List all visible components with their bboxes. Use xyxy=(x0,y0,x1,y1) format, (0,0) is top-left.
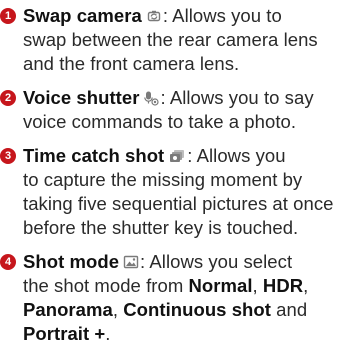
item-title: Time catch shot xyxy=(23,145,165,166)
number-badge: 2 xyxy=(0,90,16,106)
item-text-line: taking five sequential pictures at once xyxy=(23,193,334,214)
camera-options-list: 1 Swap camera : Allows you to swap betwee… xyxy=(0,0,343,360)
item-text-line: swap between the rear camera lens xyxy=(23,29,318,50)
item-text-line: : Allows you xyxy=(187,145,286,166)
number-badge: 3 xyxy=(0,148,16,164)
separator: and xyxy=(270,299,308,320)
number-badge: 4 xyxy=(0,254,16,270)
shot-mode-icon xyxy=(123,254,139,270)
time-catch-shot-icon xyxy=(168,148,186,164)
option-normal: Normal xyxy=(188,275,253,296)
item-title: Swap camera xyxy=(23,5,142,26)
number-badge: 1 xyxy=(0,8,16,24)
option-continuous-shot: Continuous shot xyxy=(123,299,271,320)
item-text-line: before the shutter key is touched. xyxy=(23,217,299,238)
item-text-line: : Allows you select xyxy=(140,251,293,272)
separator: . xyxy=(105,323,111,344)
item-text-line: : Allows you to xyxy=(162,5,282,26)
separator: , xyxy=(303,275,309,296)
item-title: Voice shutter xyxy=(23,87,140,108)
item-title: Shot mode xyxy=(23,251,120,272)
swap-camera-icon xyxy=(146,8,162,24)
item-text-line: and the front camera lens. xyxy=(23,53,240,74)
item-text: the shot mode from xyxy=(23,275,189,296)
option-portrait-plus: Portrait + xyxy=(23,323,106,344)
item-text-line: to capture the missing moment by xyxy=(23,169,303,190)
item-text-line: voice commands to take a photo. xyxy=(23,111,297,132)
separator: , xyxy=(252,275,263,296)
option-panorama: Panorama xyxy=(23,299,113,320)
separator: , xyxy=(112,299,124,320)
voice-shutter-icon xyxy=(143,90,160,106)
option-hdr: HDR xyxy=(262,275,304,296)
item-text-line: : Allows you to say xyxy=(160,87,314,108)
